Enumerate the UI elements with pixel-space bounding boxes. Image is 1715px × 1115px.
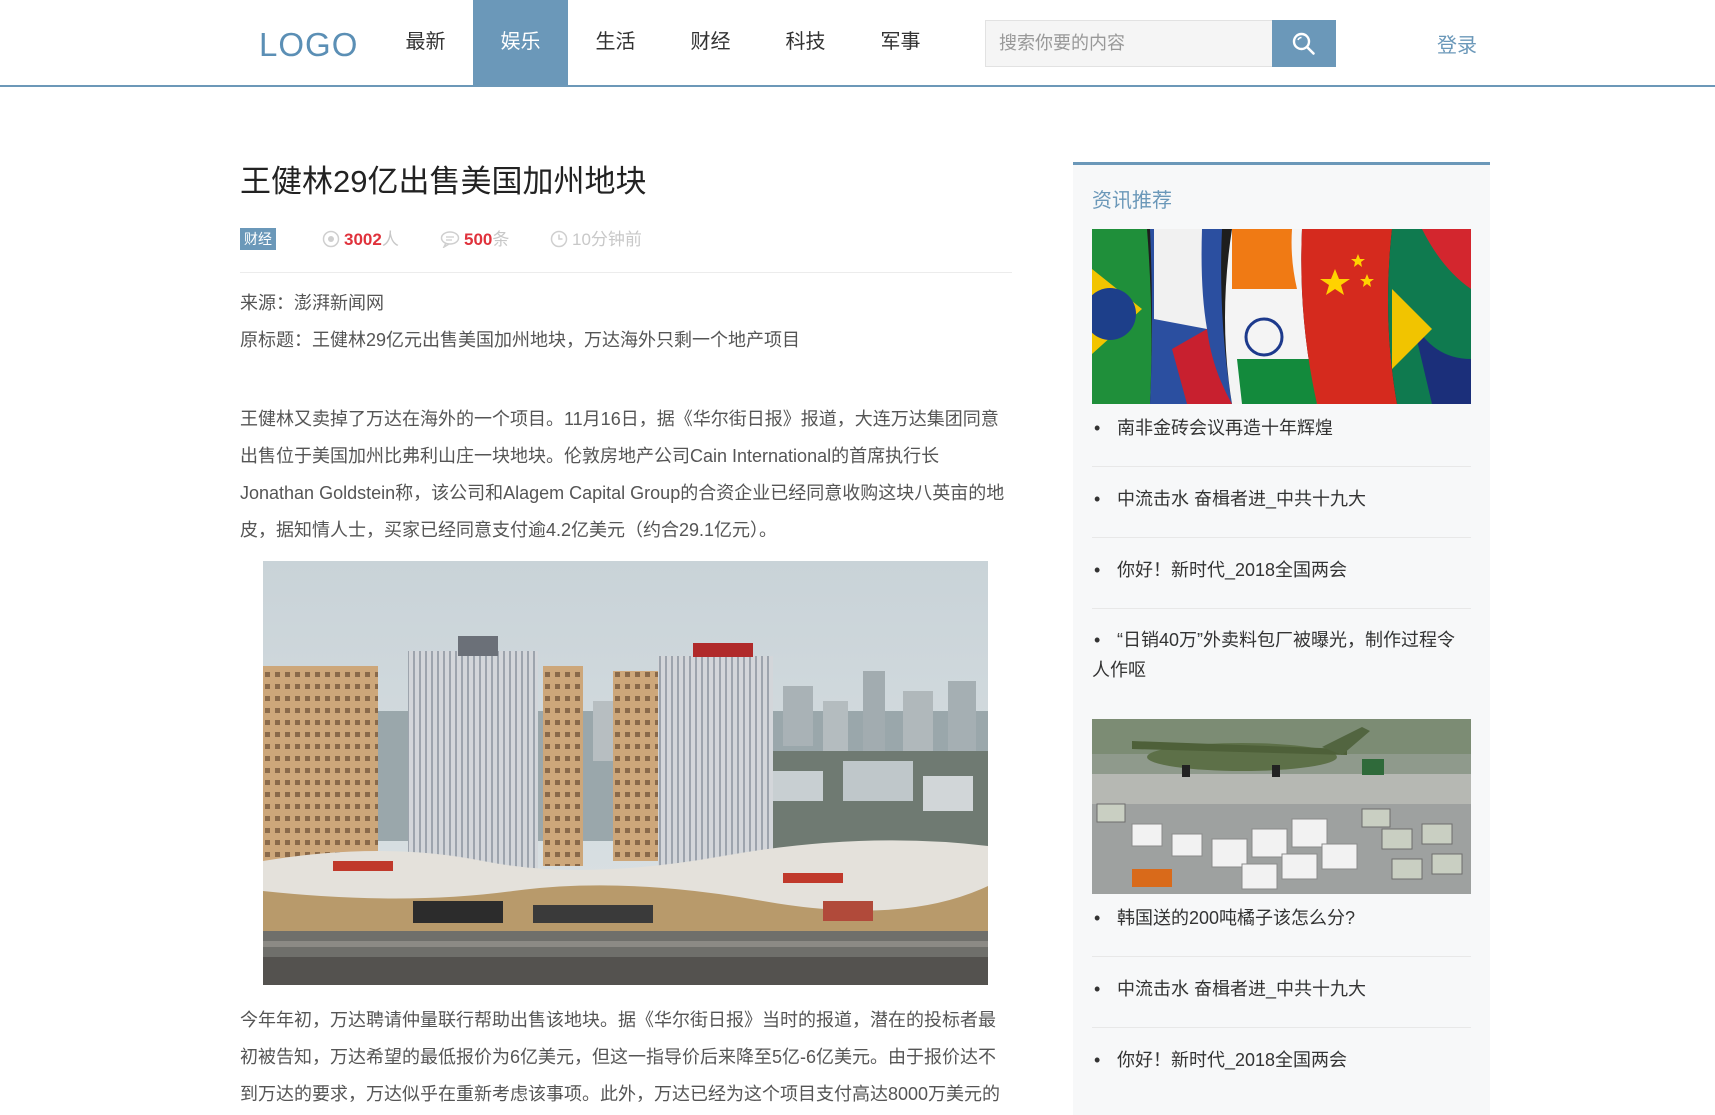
comments-count: 500 bbox=[464, 230, 493, 249]
sidebar-recommend: 资讯推荐 • 南非金砖会议再造十年辉煌 • 中流击水 奋楫者进_中共十九大 • … bbox=[1073, 162, 1490, 1115]
sidebar-news-item[interactable]: • 南非金砖会议再造十年辉煌 bbox=[1092, 410, 1471, 467]
article-meta: 财经 3002人 500条 10分钟前 bbox=[240, 228, 1012, 258]
search-icon bbox=[1292, 32, 1315, 55]
article-paragraph-1: 王健林又卖掉了万达在海外的一个项目。11月16日，据《华尔街日报》报道，大连万达… bbox=[240, 409, 1005, 540]
sidebar-news-title: 你好！新时代_2018全国两会 bbox=[1117, 560, 1348, 580]
article-paragraph-2: 今年年初，万达聘请仲量联行帮助出售该地块。据《华尔街日报》当时的报道，潜在的投标… bbox=[240, 1010, 1001, 1104]
nav-item-military[interactable]: 军事 bbox=[853, 0, 948, 85]
category-tag[interactable]: 财经 bbox=[240, 228, 276, 250]
sidebar-news-title: 你好！新时代_2018全国两会 bbox=[1117, 1050, 1348, 1070]
sidebar-news-title: 南非金砖会议再造十年辉煌 bbox=[1117, 418, 1333, 438]
sidebar-news-title: 中流击水 奋楫者进_中共十九大 bbox=[1117, 979, 1367, 999]
sidebar-news-title: “日销40万”外卖料包厂被曝光，制作过程令人作呕 bbox=[1092, 630, 1456, 680]
comments-unit: 条 bbox=[492, 230, 510, 249]
sidebar-news-title: 中流击水 奋楫者进_中共十九大 bbox=[1117, 489, 1367, 509]
views-unit: 人 bbox=[381, 230, 399, 249]
site-logo[interactable]: LOGO bbox=[259, 26, 358, 64]
top-header: LOGO 最新 娱乐 生活 财经 科技 军事 登录 bbox=[0, 0, 1715, 87]
article-source: 来源：澎湃新闻网 bbox=[240, 293, 384, 313]
sidebar-news-item[interactable]: • 你好！新时代_2018全国两会 bbox=[1092, 1042, 1471, 1099]
views-stat: 3002人 bbox=[322, 228, 399, 252]
publish-time: 10分钟前 bbox=[572, 230, 642, 249]
nav-item-latest[interactable]: 最新 bbox=[378, 0, 473, 85]
clock-icon bbox=[550, 230, 568, 248]
sidebar-image-aircraft[interactable] bbox=[1092, 719, 1471, 894]
search-input[interactable] bbox=[986, 21, 1271, 66]
sidebar-news-title: 韩国送的200吨橘子该怎么分? bbox=[1117, 908, 1356, 928]
sidebar-title: 资讯推荐 bbox=[1092, 190, 1172, 212]
views-count: 3002 bbox=[344, 230, 382, 249]
comments-stat: 500条 bbox=[440, 228, 509, 252]
search-box bbox=[985, 20, 1336, 67]
sidebar-news-item[interactable]: • 中流击水 奋楫者进_中共十九大 bbox=[1092, 481, 1471, 538]
time-stat: 10分钟前 bbox=[550, 228, 642, 252]
login-link[interactable]: 登录 bbox=[1437, 29, 1477, 58]
meta-divider bbox=[240, 272, 1012, 273]
article-title: 王健林29亿出售美国加州地块 bbox=[240, 164, 647, 199]
article-photo-mall bbox=[263, 561, 988, 985]
nav-item-life[interactable]: 生活 bbox=[568, 0, 663, 85]
eye-icon bbox=[322, 230, 340, 248]
sidebar-image-flags[interactable] bbox=[1092, 229, 1471, 404]
search-button[interactable] bbox=[1272, 20, 1336, 67]
comment-icon bbox=[440, 231, 460, 249]
article-original-title: 原标题：王健林29亿元出售美国加州地块，万达海外只剩一个地产项目 bbox=[240, 330, 801, 350]
article: 王健林29亿出售美国加州地块 财经 3002人 500条 10分钟前 来源：澎湃… bbox=[240, 160, 1012, 1104]
nav-item-entertainment[interactable]: 娱乐 bbox=[473, 0, 568, 85]
sidebar-news-item[interactable]: • 中流击水 奋楫者进_中共十九大 bbox=[1092, 971, 1471, 1028]
sidebar-news-item[interactable]: • “日销40万”外卖料包厂被曝光，制作过程令人作呕 bbox=[1092, 622, 1471, 702]
nav-item-tech[interactable]: 科技 bbox=[758, 0, 853, 85]
nav-item-finance[interactable]: 财经 bbox=[663, 0, 758, 85]
sidebar-news-item[interactable]: • 你好！新时代_2018全国两会 bbox=[1092, 552, 1471, 609]
sidebar-news-item[interactable]: • 韩国送的200吨橘子该怎么分? bbox=[1092, 900, 1471, 957]
